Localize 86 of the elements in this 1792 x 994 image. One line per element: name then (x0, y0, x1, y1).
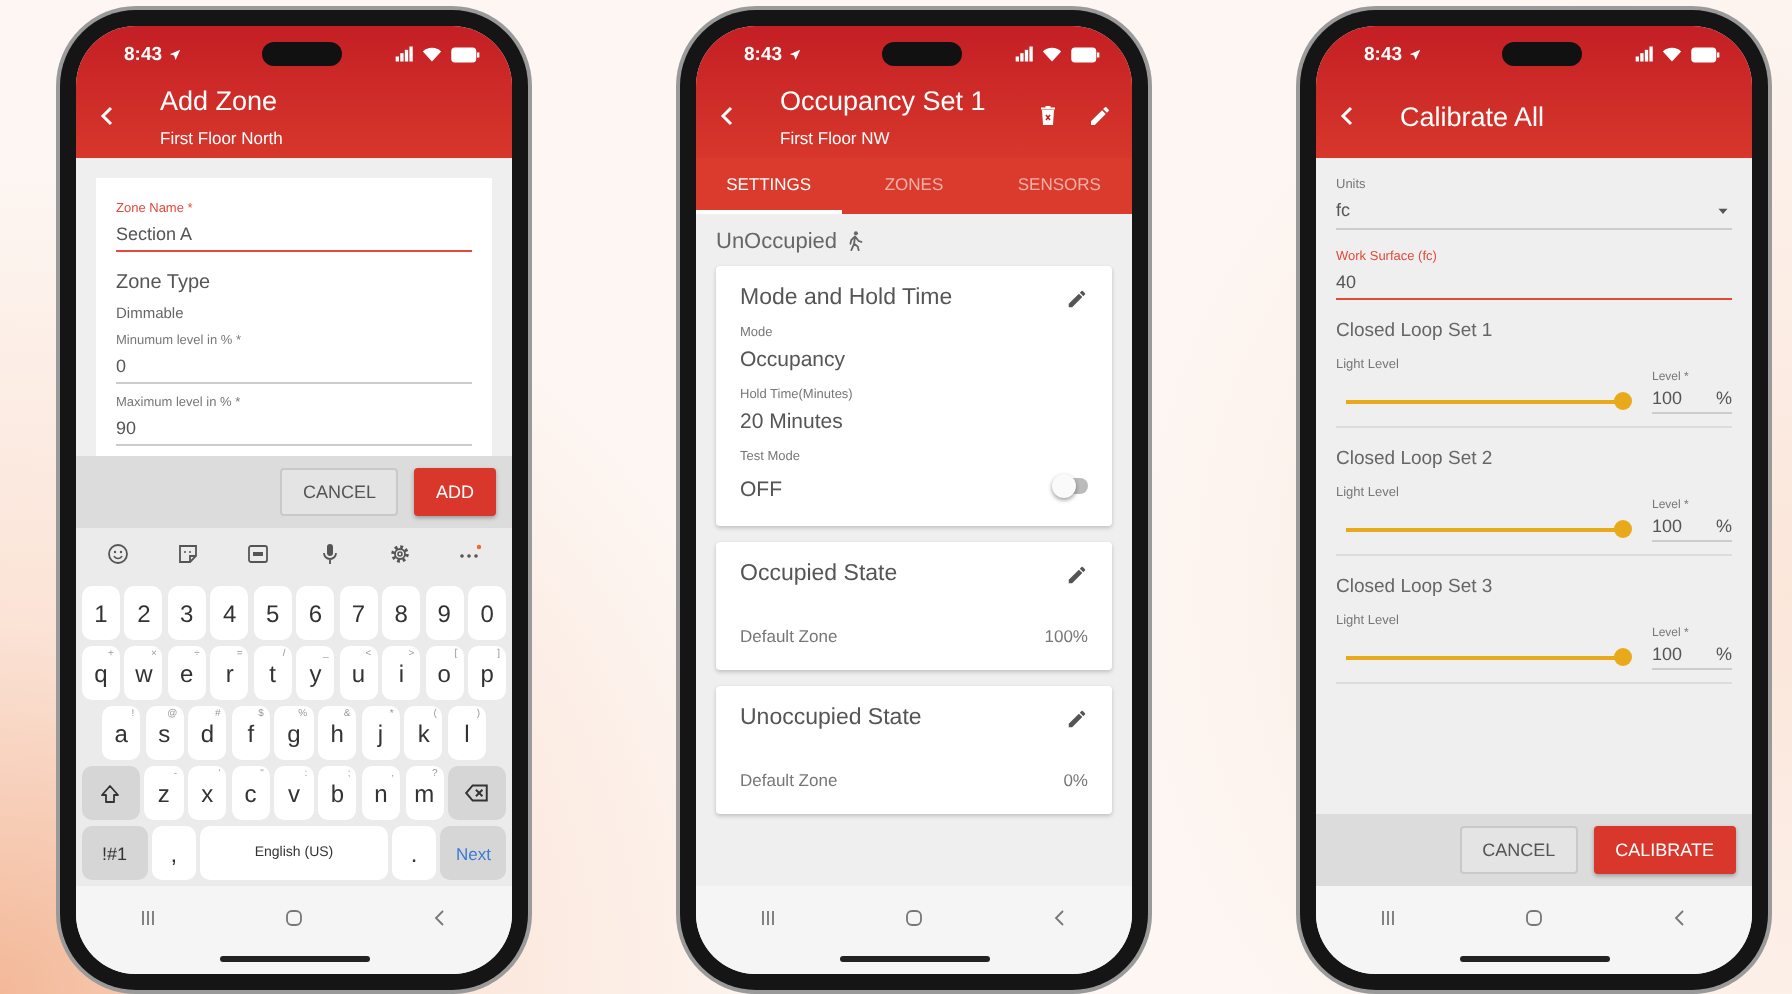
card-title: Occupied State (740, 562, 898, 586)
home-icon[interactable] (1521, 906, 1546, 930)
text-field[interactable]: 40 (1336, 264, 1732, 300)
zone-name: Default Zone (740, 770, 838, 790)
microphone-icon[interactable] (317, 542, 342, 566)
keyboard-key[interactable]: . (392, 826, 436, 880)
status-time: 8:43 (1364, 43, 1403, 65)
settings-icon[interactable] (387, 542, 412, 566)
location-arrow-icon (1408, 47, 1423, 61)
occupancy-status: UnOccupied (716, 229, 838, 253)
edit-button[interactable] (1066, 563, 1088, 585)
edit-icon (1088, 104, 1112, 128)
keyboard-key[interactable]: 3 (167, 586, 206, 640)
slider-thumb[interactable] (1614, 648, 1632, 666)
set-title: Closed Loop Set 3 (1336, 576, 1495, 598)
edit-icon (1066, 563, 1088, 585)
sticker-icon[interactable] (175, 542, 200, 566)
level-field[interactable]: 100 % (1652, 512, 1732, 542)
keyboard-key[interactable]: 4 (210, 586, 249, 640)
field-value: 20 Minutes (740, 410, 845, 434)
location-arrow-icon (168, 47, 183, 61)
signal-icon (1634, 44, 1654, 64)
slider-thumb[interactable] (1614, 520, 1632, 538)
zone-name: Default Zone (740, 626, 838, 646)
edit-icon (1066, 707, 1088, 729)
shift-arrow-icon (98, 781, 123, 805)
confirm-button[interactable]: ADD (413, 468, 496, 516)
wifi-icon (1042, 44, 1062, 64)
field-value: Occupancy (740, 348, 848, 372)
keyboard-key[interactable]: 0 (468, 586, 507, 640)
symbols-key[interactable]: !#1 (82, 826, 148, 880)
level-field[interactable]: 100 % (1652, 640, 1732, 670)
keyboard-key[interactable]: 1 (82, 586, 120, 640)
card-title: Mode and Hold Time (740, 286, 953, 310)
edit-button[interactable] (1066, 707, 1088, 729)
trash-icon (1036, 104, 1060, 128)
set-title: Closed Loop Set 1 (1336, 320, 1495, 342)
emoji-icon[interactable] (105, 542, 130, 566)
screen-subtitle: First Floor NW (780, 127, 890, 147)
keyboard-key[interactable]: 9 (425, 586, 464, 640)
screen-title: Occupancy Set 1 (780, 85, 986, 115)
edit-icon (1066, 287, 1088, 309)
text-field[interactable]: Section A (116, 216, 472, 252)
zone-level: 0% (1063, 770, 1088, 790)
delete-button[interactable] (1036, 104, 1060, 128)
text-field[interactable]: 0 (116, 348, 472, 384)
keyboard-key[interactable]: 2 (124, 586, 163, 640)
wifi-icon (422, 44, 442, 64)
camera-cutout (262, 42, 342, 66)
keyboard-key[interactable]: 8 (382, 586, 421, 640)
tab[interactable]: SETTINGS (696, 158, 842, 214)
section-heading: Zone Type (116, 272, 213, 294)
home-icon[interactable] (901, 906, 926, 930)
status-time: 8:43 (744, 43, 783, 65)
edit-button[interactable] (1066, 287, 1088, 309)
screen-title: Calibrate All (1400, 101, 1545, 131)
keyboard-key[interactable]: 7 (339, 586, 378, 640)
toggle-switch[interactable] (1056, 478, 1088, 494)
zone-level: 100% (1044, 626, 1088, 646)
signal-icon (1014, 44, 1034, 64)
wifi-icon (1662, 44, 1682, 64)
location-arrow-icon (788, 47, 803, 61)
shift-key[interactable] (82, 766, 140, 820)
confirm-button[interactable]: CALIBRATE (1593, 826, 1736, 874)
text-field[interactable]: 90 (116, 410, 472, 446)
cancel-button[interactable]: CANCEL (1460, 826, 1578, 874)
slider-thumb[interactable] (1614, 392, 1632, 410)
backspace-icon (464, 780, 491, 806)
signal-icon (394, 44, 414, 64)
screen-subtitle: First Floor North (160, 127, 283, 147)
card-title: Unoccupied State (740, 706, 922, 730)
backspace-key[interactable] (448, 766, 507, 820)
set-title: Closed Loop Set 2 (1336, 448, 1495, 470)
home-icon[interactable] (281, 906, 306, 930)
camera-cutout (882, 42, 962, 66)
edit-button[interactable] (1088, 104, 1112, 128)
cancel-button[interactable]: CANCEL (280, 468, 398, 516)
screen-title: Add Zone (160, 85, 278, 115)
field-value: OFF (740, 478, 782, 502)
camera-cutout (1502, 42, 1582, 66)
level-field[interactable]: 100 % (1652, 384, 1732, 414)
units-dropdown[interactable]: fc (1336, 192, 1732, 230)
status-time: 8:43 (124, 43, 163, 65)
keyboard-key[interactable]: 5 (253, 586, 292, 640)
keyboard-key[interactable]: , (152, 826, 196, 880)
keyboard-key[interactable]: 6 (296, 586, 335, 640)
